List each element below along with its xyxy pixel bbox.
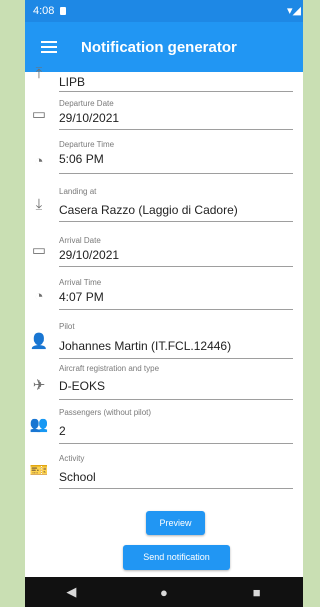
arrival-date-value: 29/10/2021: [59, 248, 120, 262]
signal-icon: ▾◢: [287, 5, 301, 17]
departure-date-field[interactable]: ▭ Departure Date 29/10/2021: [25, 99, 303, 139]
calendar-icon: ▭: [31, 106, 47, 123]
landing-value: Casera Razzo (Laggio di Cadore): [59, 203, 238, 217]
calendar-icon: ▭: [31, 242, 47, 259]
page-title: Notification generator: [81, 38, 237, 56]
recents-icon[interactable]: ■: [237, 585, 277, 600]
divider: [59, 443, 293, 444]
system-nav-bar: ◀ ● ■: [25, 577, 303, 607]
divider: [59, 488, 293, 489]
activity-field[interactable]: 🎫 Activity School: [25, 454, 303, 498]
landing-field[interactable]: ⤓ Landing at Casera Razzo (Laggio di Cad…: [25, 187, 303, 227]
person-icon: 👤: [29, 333, 49, 350]
departure-airfield-value: LIPB: [59, 75, 86, 89]
clock-icon: ◔: [34, 153, 44, 170]
airplane-icon: ✈: [32, 377, 46, 394]
passengers-value: 2: [59, 424, 66, 438]
activity-value: School: [59, 470, 96, 484]
departure-time-field[interactable]: ◔ Departure Time 5:06 PM: [25, 140, 303, 180]
ticket-icon: 🎫: [29, 462, 49, 479]
home-icon[interactable]: ●: [144, 585, 184, 600]
departure-time-label: Departure Time: [59, 140, 115, 149]
clock-icon: ◔: [34, 288, 44, 305]
aircraft-label: Aircraft registration and type: [59, 364, 160, 373]
landing-icon: ⤓: [35, 196, 43, 213]
departure-airfield-field[interactable]: ⤒ LIPB: [25, 65, 303, 92]
pilot-label: Pilot: [59, 322, 75, 331]
preview-button[interactable]: Preview: [146, 511, 205, 535]
arrival-time-value: 4:07 PM: [59, 290, 104, 304]
departure-time-value: 5:06 PM: [59, 152, 104, 166]
status-bar: 4:08 ▾◢: [25, 0, 303, 22]
pilot-value: Johannes Martin (IT.FCL.12446): [59, 339, 232, 353]
app-bar: Notification generator: [25, 22, 303, 72]
sim-icon: [60, 7, 67, 15]
status-time: 4:08: [33, 5, 55, 17]
aircraft-field[interactable]: ✈ Aircraft registration and type D-EOKS: [25, 364, 303, 408]
departure-date-value: 29/10/2021: [59, 111, 120, 125]
divider: [59, 399, 293, 400]
back-icon[interactable]: ◀: [51, 584, 91, 600]
send-notification-button[interactable]: Send notification: [123, 545, 230, 570]
menu-icon[interactable]: [41, 41, 57, 53]
divider: [59, 309, 293, 310]
takeoff-icon: ⤒: [35, 65, 43, 82]
departure-date-label: Departure Date: [59, 99, 114, 108]
divider: [59, 91, 293, 92]
phone-screen: 4:08 ▾◢ Notification generator ⤒ LIPB ▭ …: [25, 0, 303, 607]
passengers-label: Passengers (without pilot): [59, 408, 152, 417]
divider: [59, 173, 293, 174]
divider: [59, 129, 293, 130]
pilot-field[interactable]: 👤 Pilot Johannes Martin (IT.FCL.12446): [25, 322, 303, 366]
arrival-date-label: Arrival Date: [59, 236, 101, 245]
people-icon: 👥: [29, 416, 49, 433]
divider: [59, 358, 293, 359]
passengers-field[interactable]: 👥 Passengers (without pilot) 2: [25, 408, 303, 452]
arrival-date-field[interactable]: ▭ Arrival Date 29/10/2021: [25, 236, 303, 276]
arrival-time-field[interactable]: ◔ Arrival Time 4:07 PM: [25, 278, 303, 318]
divider: [59, 266, 293, 267]
arrival-time-label: Arrival Time: [59, 278, 102, 287]
divider: [59, 221, 293, 222]
landing-label: Landing at: [59, 187, 97, 196]
aircraft-value: D-EOKS: [59, 379, 106, 393]
activity-label: Activity: [59, 454, 85, 463]
